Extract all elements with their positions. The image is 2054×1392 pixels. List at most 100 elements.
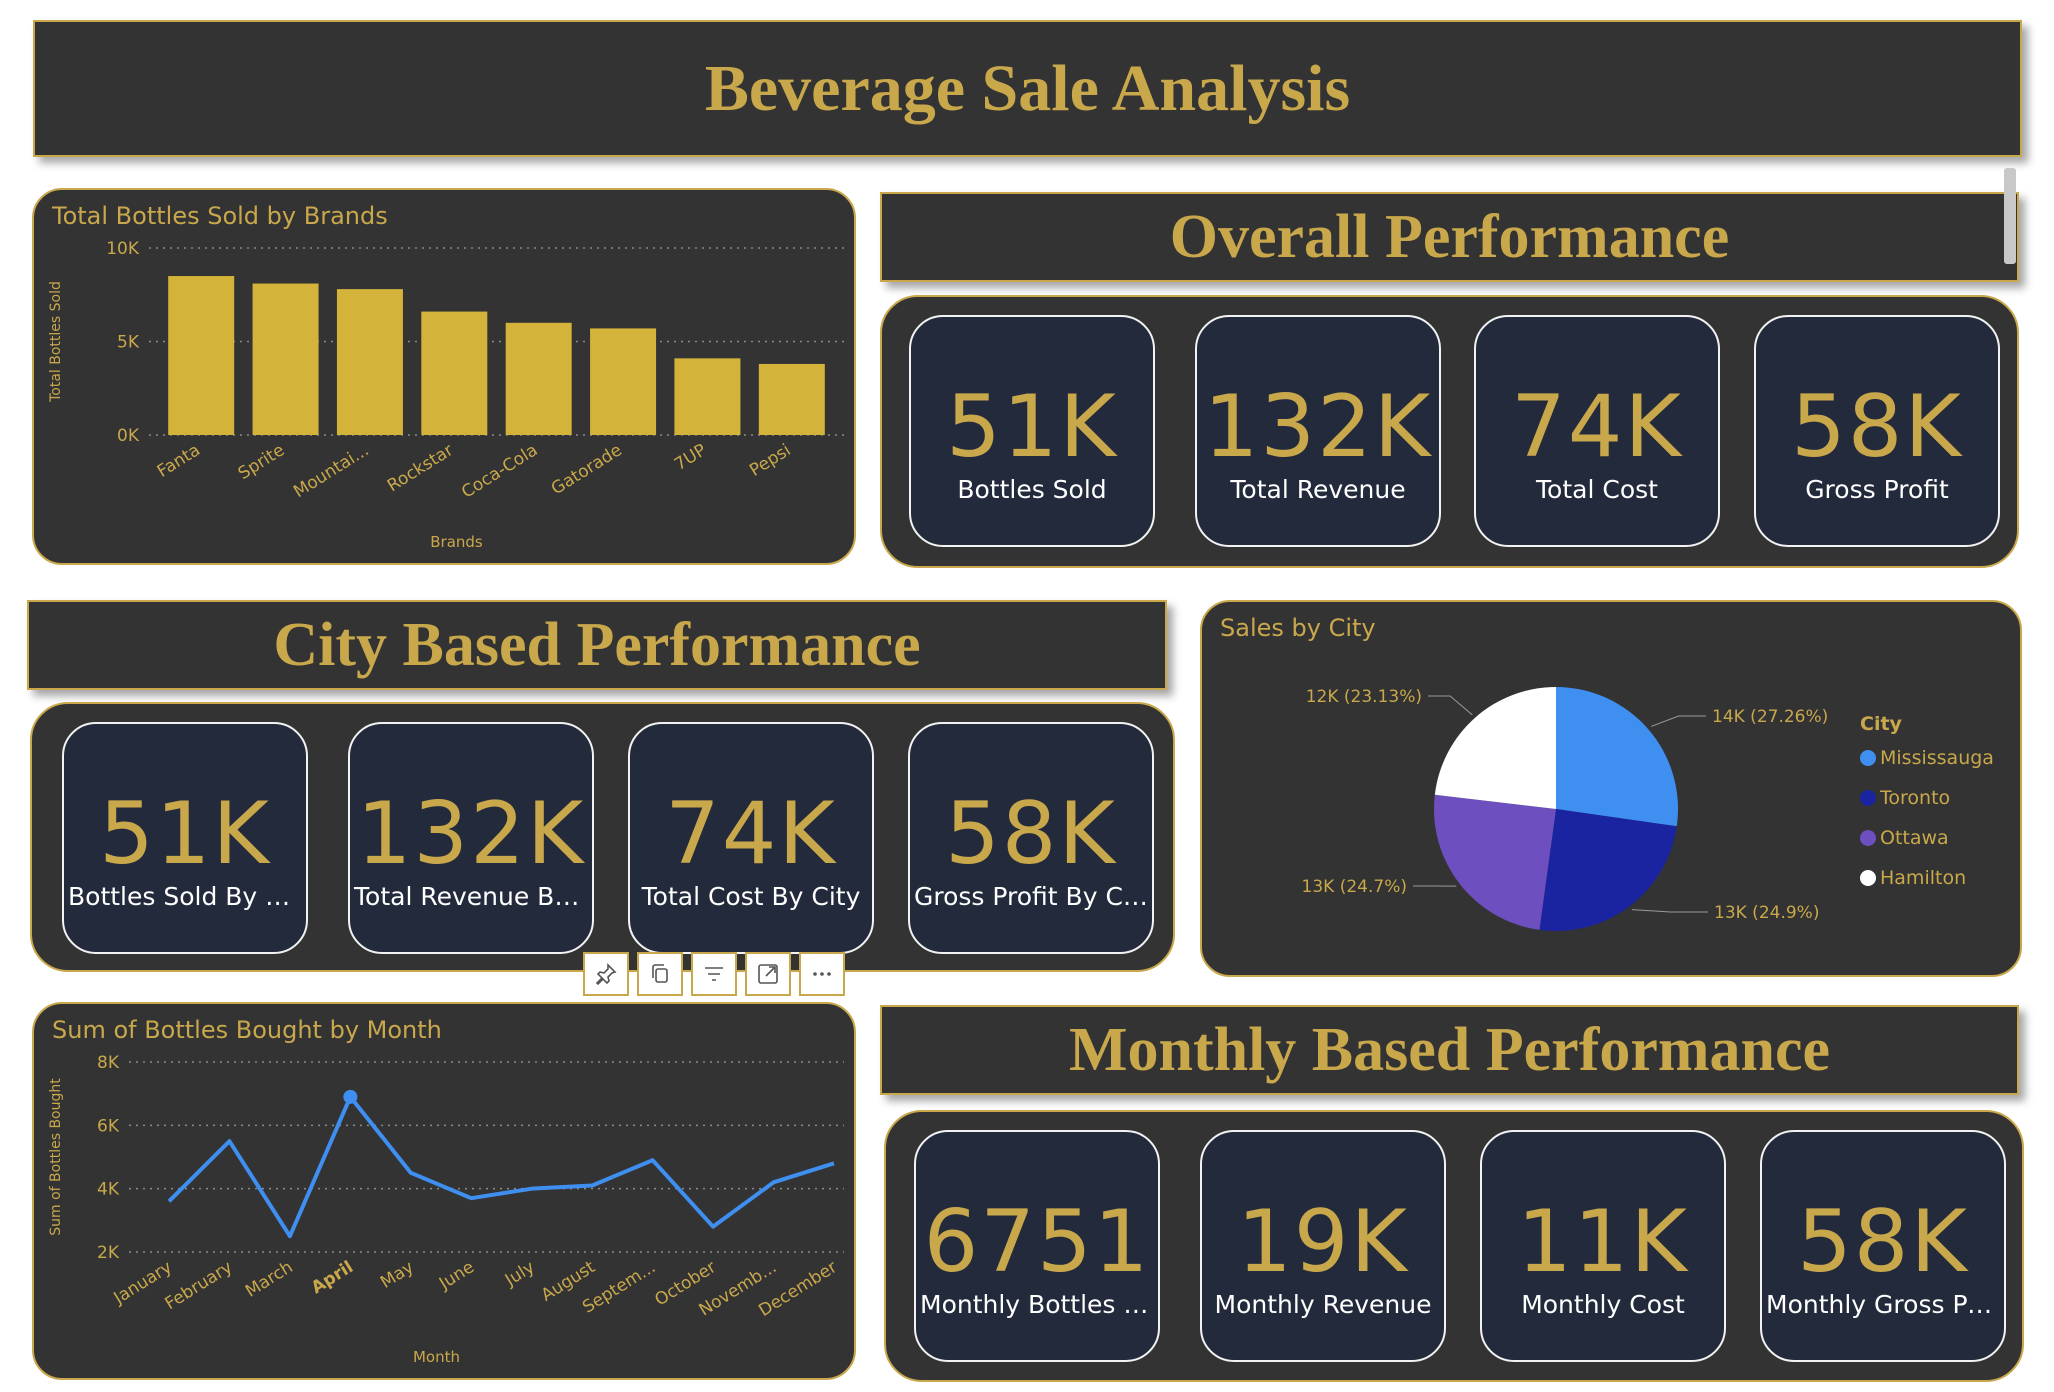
- data-label: 14K (27.26%): [1712, 707, 1828, 727]
- kpi-card-total-revenue-by-city[interactable]: 132K Total Revenue By City: [348, 722, 594, 954]
- kpi-value: 51K: [946, 377, 1118, 477]
- filter-icon[interactable]: [691, 952, 737, 996]
- data-label: 12K (23.13%): [1306, 687, 1422, 707]
- y-tick-label: 0K: [117, 426, 140, 446]
- x-tick-label: July: [501, 1257, 538, 1291]
- kpi-card-bottles-sold-by-city[interactable]: 51K Bottles Sold By City: [62, 722, 308, 954]
- bar: [590, 328, 657, 435]
- kpi-label: Monthly Bottles Sold: [920, 1290, 1158, 1319]
- visual-toolbar: [583, 952, 845, 996]
- legend-item-label: Toronto: [1879, 787, 1950, 809]
- x-tick-label: May: [377, 1257, 417, 1293]
- kpi-card-gross-profit-by-city[interactable]: 58K Gross Profit By City: [908, 722, 1154, 954]
- kpi-label: Monthly Cost: [1521, 1290, 1685, 1319]
- x-axis-title: Month: [413, 1348, 460, 1366]
- section-title: Overall Performance: [1169, 202, 1730, 271]
- kpi-value: 19K: [1237, 1192, 1409, 1292]
- section-title: City Based Performance: [273, 610, 921, 679]
- kpi-value: 74K: [665, 784, 837, 884]
- x-tick-label: April: [308, 1257, 357, 1298]
- legend-item-label: Mississauga: [1880, 747, 1994, 769]
- bar: [674, 358, 741, 435]
- city-kpi-group: 51K Bottles Sold By City 132K Total Reve…: [30, 702, 1175, 972]
- bar: [421, 311, 488, 435]
- kpi-label: Total Cost: [1536, 475, 1658, 504]
- kpi-label: Gross Profit By City: [914, 882, 1152, 911]
- kpi-card-monthly-bottles-sold[interactable]: 6751 Monthly Bottles Sold: [914, 1130, 1160, 1362]
- pie-slice: [1556, 687, 1678, 827]
- kpi-label: Monthly Gross Pro...: [1766, 1290, 2004, 1319]
- y-axis-title: Sum of Bottles Bought: [48, 1078, 64, 1236]
- bar-chart-plot: 0K 5K 10K Total Bottles Sold Fanta Sprite Moun…: [48, 239, 844, 551]
- leader-line: [1631, 909, 1708, 913]
- kpi-card-total-cost-by-city[interactable]: 74K Total Cost By City: [628, 722, 874, 954]
- monthly-performance-header: Monthly Based Performance: [880, 1005, 2019, 1095]
- x-axis-title: Brands: [430, 533, 483, 551]
- bottles-by-month-chart[interactable]: Sum of Bottles Bought by Month 2K 4K 6K 8K S…: [32, 1002, 856, 1380]
- kpi-card-monthly-cost[interactable]: 11K Monthly Cost: [1480, 1130, 1726, 1362]
- kpi-card-total-cost[interactable]: 74K Total Cost: [1474, 315, 1720, 547]
- kpi-label: Gross Profit: [1805, 475, 1949, 504]
- x-tick-label: Pepsi: [746, 440, 794, 481]
- kpi-card-monthly-revenue[interactable]: 19K Monthly Revenue: [1200, 1130, 1446, 1362]
- x-tick-label: Rockstar: [384, 440, 457, 496]
- bar: [505, 322, 572, 435]
- x-tick-label: Sprite: [235, 440, 288, 484]
- data-label: 13K (24.7%): [1302, 877, 1407, 897]
- legend-item-label: Hamilton: [1880, 867, 1966, 889]
- overall-performance-header: Overall Performance: [880, 192, 2019, 282]
- x-tick-label: Coca-Cola: [458, 440, 541, 502]
- legend-marker: [1860, 870, 1876, 886]
- y-axis-title: Total Bottles Sold: [48, 281, 64, 403]
- data-label: 13K (24.9%): [1714, 903, 1819, 923]
- kpi-value: 11K: [1517, 1192, 1689, 1292]
- kpi-value: 58K: [1791, 377, 1963, 477]
- pie-slice: [1539, 809, 1677, 931]
- pin-icon[interactable]: [583, 952, 629, 996]
- bar: [252, 283, 319, 435]
- kpi-value: 132K: [356, 784, 586, 884]
- pie-slice: [1434, 687, 1556, 809]
- kpi-card-monthly-gross-profit[interactable]: 58K Monthly Gross Pro...: [1760, 1130, 2006, 1362]
- copy-icon[interactable]: [637, 952, 683, 996]
- pie-slice: [1434, 794, 1556, 930]
- x-tick-label: June: [435, 1257, 478, 1294]
- kpi-label: Bottles Sold By City: [68, 882, 306, 911]
- monthly-kpi-group: 6751 Monthly Bottles Sold 19K Monthly Re…: [884, 1110, 2024, 1382]
- kpi-label: Bottles Sold: [957, 475, 1107, 504]
- pie-chart-plot: 14K (27.26%) 13K (24.9%) 13K (24.7%) 12K (2…: [1302, 687, 1994, 931]
- kpi-card-total-revenue[interactable]: 132K Total Revenue: [1195, 315, 1441, 547]
- kpi-value: 74K: [1511, 377, 1683, 477]
- more-options-icon[interactable]: [799, 952, 845, 996]
- highlight-point: [343, 1089, 358, 1104]
- section-title: Monthly Based Performance: [1068, 1015, 1831, 1084]
- y-tick-label: 6K: [97, 1116, 120, 1136]
- x-tick-label: March: [242, 1257, 297, 1301]
- city-performance-header: City Based Performance: [27, 600, 1167, 690]
- x-tick-label: Gatorade: [548, 440, 626, 499]
- line-chart-plot: 2K4K6K8KSum of Bottles BoughtJanuaryFebr…: [48, 1053, 844, 1366]
- scrollbar[interactable]: [2004, 168, 2016, 264]
- kpi-card-gross-profit[interactable]: 58K Gross Profit: [1754, 315, 2000, 547]
- kpi-label: Total Cost By City: [641, 882, 861, 911]
- legend-title: City: [1860, 713, 1903, 735]
- focus-mode-icon[interactable]: [745, 952, 791, 996]
- overall-kpi-group: 51K Bottles Sold 132K Total Revenue 74K …: [880, 295, 2019, 568]
- legend-marker: [1860, 790, 1876, 806]
- kpi-value: 132K: [1203, 377, 1433, 477]
- kpi-value: 58K: [945, 784, 1117, 884]
- legend-marker: [1860, 750, 1876, 766]
- x-tick-label: 7UP: [671, 440, 710, 475]
- leader-line: [1428, 695, 1473, 716]
- sales-by-city-chart[interactable]: Sales by City 14K (27.26%) 13K (24.9%) 13K…: [1200, 600, 2022, 977]
- kpi-card-bottles-sold[interactable]: 51K Bottles Sold: [909, 315, 1155, 547]
- x-tick-label: Mountai...: [290, 440, 372, 502]
- kpi-label: Monthly Revenue: [1214, 1290, 1432, 1319]
- page-title-banner: Beverage Sale Analysis: [33, 20, 2022, 157]
- series-line: [167, 1094, 835, 1239]
- bottles-by-brand-chart[interactable]: Total Bottles Sold by Brands 0K 5K 10K Tota…: [32, 188, 856, 565]
- bar: [758, 363, 825, 435]
- bar: [336, 289, 403, 435]
- y-tick-label: 2K: [97, 1243, 120, 1263]
- y-tick-label: 8K: [97, 1053, 120, 1073]
